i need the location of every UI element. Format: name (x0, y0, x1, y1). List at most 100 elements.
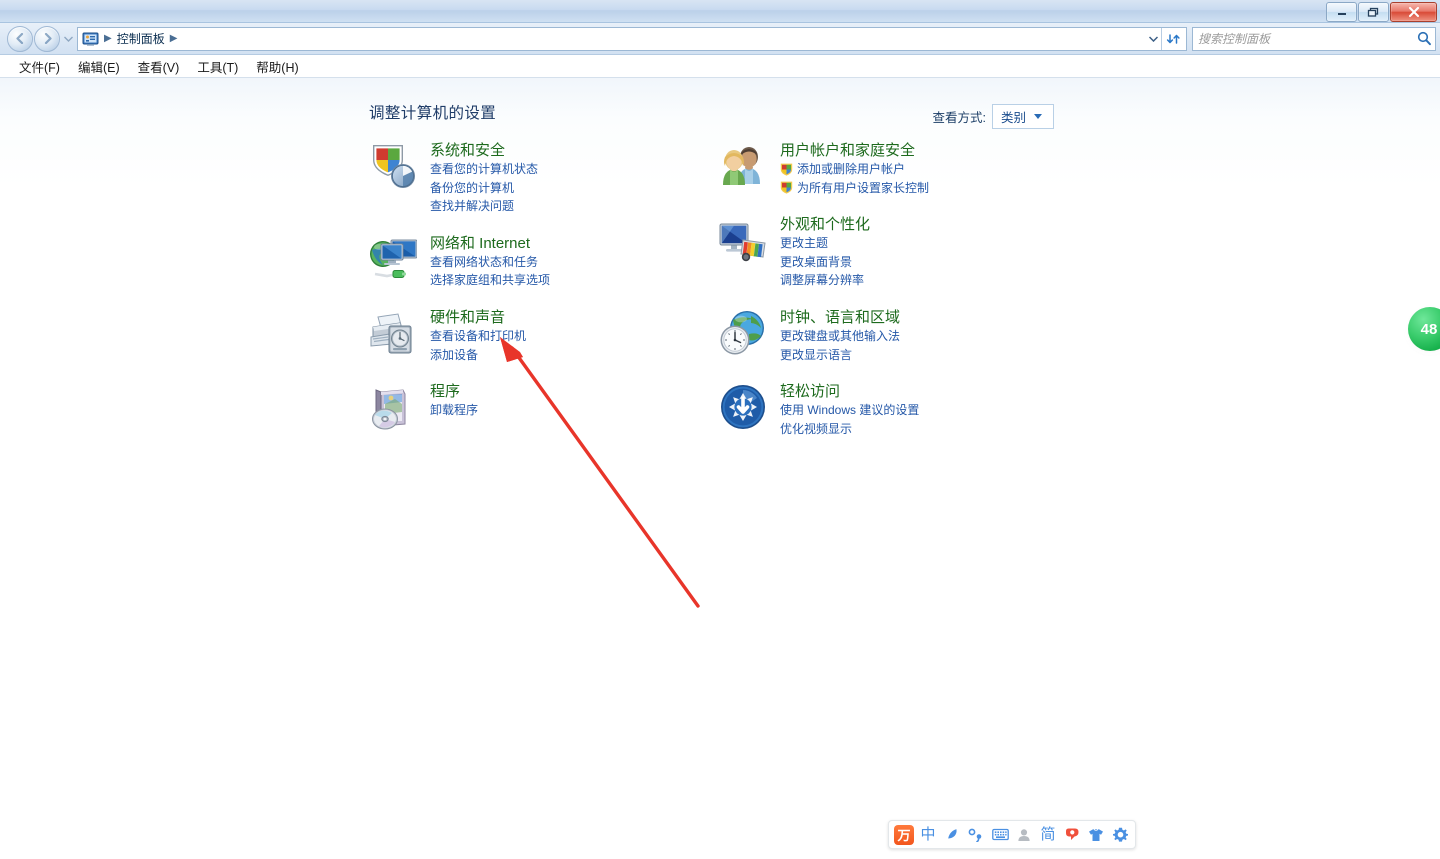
category-title[interactable]: 硬件和声音 (430, 308, 505, 327)
link-label: 添加设备 (430, 347, 479, 362)
category-link[interactable]: 优化视频显示 (780, 420, 919, 439)
category-column-right: 用户帐户和家庭安全 添加或删除用户帐户 为所有用户设置家长控制 外观和个性化 更… (719, 141, 1019, 456)
address-bar[interactable]: ▶ 控制面板 ▶ (77, 26, 1187, 51)
network-globe-icon (369, 235, 417, 283)
category-link[interactable]: 为所有用户设置家长控制 (780, 179, 929, 198)
control-panel-window: ▶ 控制面板 ▶ 文件(F) 编辑(E) 查看(V) (0, 0, 1440, 859)
category-text: 时钟、语言和区域 更改键盘或其他输入法 更改显示语言 (780, 308, 900, 364)
link-label: 使用 Windows 建议的设置 (780, 403, 920, 418)
link-label: 卸载程序 (430, 403, 479, 418)
link-label: 查看您的计算机状态 (430, 162, 539, 176)
category-user-accounts-family-safety: 用户帐户和家庭安全 添加或删除用户帐户 为所有用户设置家长控制 (719, 141, 1019, 197)
clock-globe-icon (719, 309, 767, 357)
settings-gear-icon[interactable] (1109, 824, 1131, 846)
category-hardware-and-sound: 硬件和声音 查看设备和打印机 添加设备 (369, 308, 669, 364)
menu-file[interactable]: 文件(F) (10, 55, 69, 78)
navigation-bar: ▶ 控制面板 ▶ (0, 23, 1440, 55)
category-system-and-security: 系统和安全 查看您的计算机状态 备份您的计算机 查找并解决问题 (369, 141, 669, 216)
category-title[interactable]: 轻松访问 (780, 382, 840, 401)
minimize-button[interactable] (1326, 2, 1357, 22)
category-link[interactable]: 更改主题 (780, 234, 870, 253)
voice-input-icon[interactable] (1061, 824, 1083, 846)
breadcrumb-separator-0[interactable]: ▶ (102, 33, 114, 44)
category-link[interactable]: 选择家庭组和共享选项 (430, 271, 550, 290)
chinese-mode-icon[interactable]: 中 (917, 824, 939, 846)
category-title[interactable]: 程序 (430, 382, 460, 401)
link-label: 优化视频显示 (780, 421, 853, 436)
back-button[interactable] (7, 25, 33, 52)
link-label: 备份您的计算机 (430, 180, 515, 195)
software-box-icon (369, 383, 417, 431)
ime-logo[interactable]: 万 (893, 824, 915, 846)
link-label: 查看设备和打印机 (430, 328, 527, 343)
control-panel-icon (82, 31, 99, 47)
category-network-and-internet: 网络和 Internet 查看网络状态和任务 选择家庭组和共享选项 (369, 234, 669, 290)
search-box[interactable] (1192, 26, 1436, 51)
recent-pages-dropdown[interactable] (62, 28, 75, 50)
category-link[interactable]: 添加或删除用户帐户 (780, 160, 929, 179)
search-icon[interactable] (1417, 31, 1432, 46)
link-label: 查看网络状态和任务 (430, 254, 539, 269)
category-text: 用户帐户和家庭安全 添加或删除用户帐户 为所有用户设置家长控制 (780, 141, 929, 197)
ease-of-access-icon (719, 383, 767, 431)
category-link[interactable]: 更改键盘或其他输入法 (780, 327, 900, 346)
uac-shield-icon (780, 181, 793, 194)
moon-icon[interactable] (941, 824, 963, 846)
page-title: 调整计算机的设置 (369, 105, 497, 122)
link-label: 添加或删除用户帐户 (797, 162, 906, 176)
close-button[interactable] (1390, 2, 1437, 22)
user-icon[interactable] (1013, 824, 1035, 846)
punctuation-icon[interactable] (965, 824, 987, 846)
link-label: 调整屏幕分辨率 (780, 273, 865, 288)
category-title[interactable]: 时钟、语言和区域 (780, 308, 900, 327)
category-link[interactable]: 备份您的计算机 (430, 179, 538, 198)
category-title[interactable]: 外观和个性化 (780, 215, 870, 234)
menu-bar: 文件(F) 编辑(E) 查看(V) 工具(T) 帮助(H) (0, 55, 1440, 78)
menu-edit[interactable]: 编辑(E) (69, 55, 129, 78)
ime-logo-glyph: 万 (894, 824, 914, 845)
category-link[interactable]: 查看您的计算机状态 (430, 160, 538, 179)
category-text: 硬件和声音 查看设备和打印机 添加设备 (430, 308, 526, 364)
forward-button[interactable] (34, 25, 60, 52)
category-text: 系统和安全 查看您的计算机状态 备份您的计算机 查找并解决问题 (430, 141, 538, 216)
category-link[interactable]: 使用 Windows 建议的设置 (780, 401, 919, 420)
chevron-down-icon[interactable] (1145, 29, 1161, 49)
printer-hardware-icon (369, 309, 417, 357)
category-link[interactable]: 更改显示语言 (780, 346, 900, 365)
refresh-icon[interactable] (1161, 27, 1184, 50)
soft-keyboard-icon[interactable] (989, 824, 1011, 846)
category-link[interactable]: 查看网络状态和任务 (430, 253, 550, 272)
breadcrumb-item-0[interactable]: 控制面板 (114, 30, 168, 47)
menu-tools[interactable]: 工具(T) (188, 55, 247, 78)
menu-help[interactable]: 帮助(H) (247, 55, 307, 78)
link-label: 更改键盘或其他输入法 (780, 328, 901, 343)
category-link[interactable]: 调整屏幕分辨率 (780, 271, 870, 290)
category-title[interactable]: 网络和 Internet (430, 234, 530, 253)
category-title[interactable]: 用户帐户和家庭安全 (780, 141, 915, 160)
category-column-left: 系统和安全 查看您的计算机状态 备份您的计算机 查找并解决问题 网络和 Inte… (369, 141, 669, 449)
menu-view[interactable]: 查看(V) (129, 55, 189, 78)
category-link[interactable]: 卸载程序 (430, 401, 478, 420)
skin-icon[interactable] (1085, 824, 1107, 846)
link-label: 更改显示语言 (780, 347, 853, 362)
security-shield-icon (369, 142, 417, 190)
category-link[interactable]: 查找并解决问题 (430, 197, 538, 216)
category-link[interactable]: 更改桌面背景 (780, 253, 870, 272)
category-title[interactable]: 系统和安全 (430, 141, 505, 160)
category-text: 外观和个性化 更改主题 更改桌面背景 调整屏幕分辨率 (780, 215, 870, 290)
category-link-view-devices-and-printers[interactable]: 查看设备和打印机 (430, 327, 526, 346)
view-by-dropdown[interactable]: 类别 (992, 104, 1054, 129)
simplified-chinese-glyph: 简 (1040, 826, 1056, 843)
user-accounts-icon (719, 142, 767, 190)
restore-button[interactable] (1358, 2, 1389, 22)
link-label: 选择家庭组和共享选项 (430, 273, 551, 288)
category-ease-of-access: 轻松访问 使用 Windows 建议的设置 优化视频显示 (719, 382, 1019, 438)
view-by-value: 类别 (1001, 111, 1027, 125)
category-clock-language-region: 时钟、语言和区域 更改键盘或其他输入法 更改显示语言 (719, 308, 1019, 364)
simplified-chinese-icon[interactable]: 简 (1037, 824, 1059, 846)
category-link[interactable]: 添加设备 (430, 346, 526, 365)
category-text: 程序 卸载程序 (430, 382, 478, 420)
title-bar (0, 0, 1440, 23)
search-input[interactable] (1196, 30, 1417, 47)
breadcrumb-separator-1[interactable]: ▶ (168, 33, 180, 44)
